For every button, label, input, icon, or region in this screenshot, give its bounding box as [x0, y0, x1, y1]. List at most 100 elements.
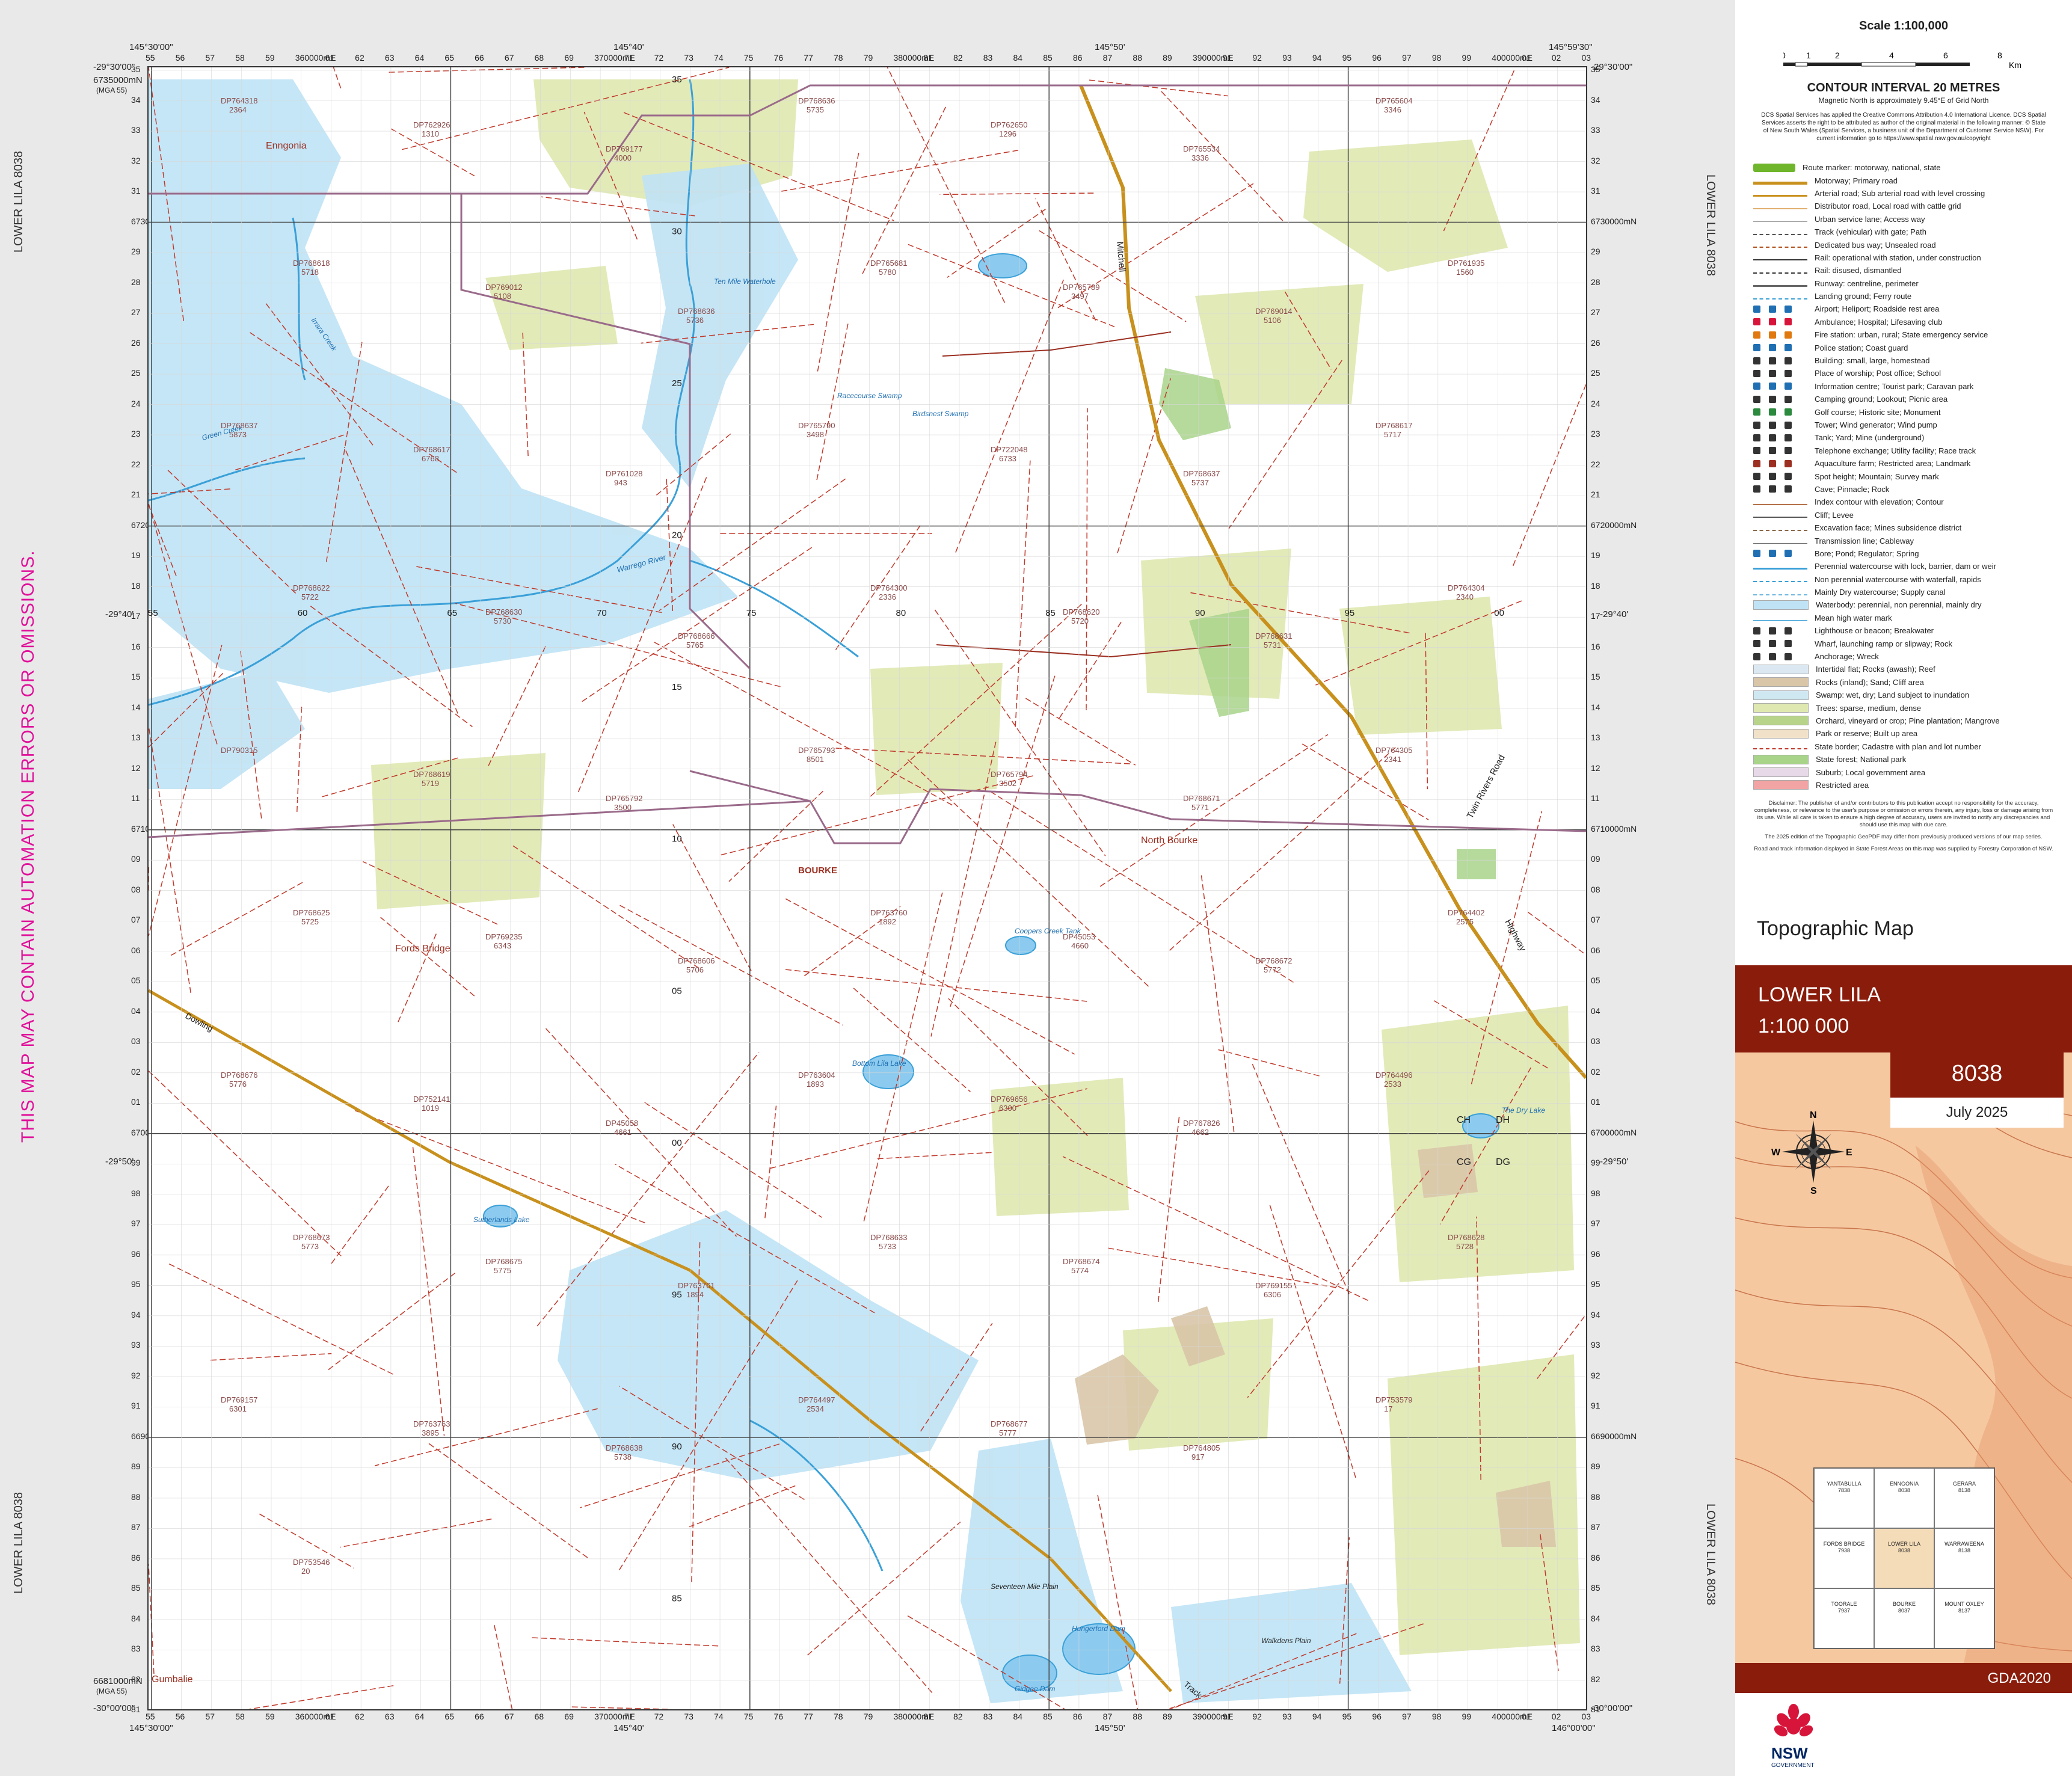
- legend-symbol: [1753, 369, 1807, 378]
- label-dg: DG: [1496, 1157, 1510, 1167]
- legend-item: Perennial watercourse with lock, barrier…: [1753, 560, 2060, 573]
- northing-right-14: 21: [1591, 490, 1600, 500]
- northing-right-52: 83: [1591, 1644, 1600, 1654]
- lot-number: 5728: [1456, 1242, 1474, 1251]
- lot-number: 1894: [686, 1290, 704, 1299]
- easting-bottom-11: 66: [475, 1712, 484, 1721]
- northing-left-17: 18: [131, 580, 141, 591]
- lot-label: DP768631: [1255, 631, 1292, 641]
- scale-tick-2: 2: [1835, 51, 1840, 60]
- easting-bottom-37: 92: [1252, 1712, 1262, 1721]
- northing-left-4: 31: [131, 186, 141, 196]
- easting-top-23: 78: [834, 53, 843, 63]
- lot-number: 5873: [229, 430, 247, 439]
- legend-symbol: [1753, 600, 1809, 610]
- legend-symbol: [1753, 229, 1807, 235]
- easting-top-11: 66: [475, 53, 484, 63]
- legend-item: Cave; Pinnacle; Rock: [1753, 483, 2060, 496]
- legend-panel: Scale 1:100,000 0 1 2 4 6 8 Km CONTOUR I…: [1735, 0, 2072, 1776]
- easting-bottom-18: 73: [684, 1712, 693, 1721]
- legend-item: Track (vehicular) with gate; Path: [1753, 226, 2060, 238]
- northing-right-13: 22: [1591, 459, 1600, 469]
- legend-item: Park or reserve; Built up area: [1753, 727, 2060, 740]
- northing-left-41: 94: [131, 1309, 141, 1320]
- easting-top-22: 77: [804, 53, 813, 63]
- lot-label: DP764318: [221, 96, 257, 105]
- easting-bottom-32: 87: [1102, 1712, 1113, 1721]
- easting-top-12: 67: [504, 53, 514, 63]
- lot-number: 917: [1191, 1452, 1205, 1461]
- northing-left-49: 86: [131, 1552, 141, 1562]
- corner-bottom-left-lat: -30°00'00": [93, 1703, 135, 1713]
- legend-symbol: [1753, 280, 1807, 287]
- northing-right-25: 6710000mN: [1591, 823, 1637, 834]
- legend-symbol: [1753, 434, 1807, 442]
- legend-item: State forest; National park: [1753, 753, 2060, 766]
- legend-item: Restricted area: [1753, 779, 2060, 791]
- lot-label: DP763760: [870, 908, 907, 917]
- legend-item: Orchard, vineyard or crop; Pine plantati…: [1753, 714, 2060, 727]
- disclaimer: Disclaimer: The publisher of and/or cont…: [1753, 800, 2054, 853]
- topographic-map[interactable]: Enngonia Fords Bridge BOURKE North Bourk…: [147, 66, 1587, 1710]
- grid-easting-inner: 85: [1045, 608, 1056, 618]
- northing-left-11: 24: [131, 398, 141, 408]
- legend-label: Ambulance; Hospital; Lifesaving club: [1815, 317, 1943, 327]
- legend-item: Intertidal flat; Rocks (awash); Reef: [1753, 663, 2060, 675]
- compass-w: W: [1771, 1148, 1781, 1158]
- northing-left-48: 87: [131, 1522, 141, 1532]
- lot-label: DP768637: [1183, 469, 1220, 478]
- northing-left-7: 28: [131, 277, 141, 287]
- legend-symbol: [1753, 177, 1807, 185]
- corner-bottom-left-lon: 145°30'00": [129, 1723, 173, 1733]
- lot-label: DP768620: [1063, 607, 1099, 616]
- scale-title: Scale 1:100,000: [1859, 19, 1948, 32]
- lot-label: DP768619: [413, 770, 450, 779]
- index-sheet-number: 8038: [1898, 1487, 1911, 1493]
- legend-label: State forest; National park: [1816, 755, 1907, 764]
- index-sheet-number: 8037: [1898, 1608, 1911, 1614]
- legend-label: Cliff; Levee: [1815, 510, 1854, 520]
- lot-number: 2533: [1384, 1080, 1401, 1089]
- lot-number: 5720: [1071, 616, 1089, 625]
- legend-item: Mean high water mark: [1753, 612, 2060, 624]
- legend-symbol: [1753, 318, 1807, 326]
- easting-top-37: 92: [1252, 53, 1262, 63]
- northing-right-34: 01: [1591, 1097, 1600, 1107]
- northing-right-37: 98: [1591, 1188, 1600, 1198]
- sheet-number: 8038: [1890, 1049, 2064, 1098]
- lot-label: DP765790: [798, 421, 835, 430]
- easting-bottom-43: 98: [1431, 1712, 1442, 1721]
- legend-symbol: [1753, 639, 1807, 648]
- lot-label: DP768636: [798, 96, 835, 105]
- legend-label: Runway: centreline, perimeter: [1815, 278, 1919, 288]
- corner-bottom-right-lon: 146°00'00": [1552, 1723, 1596, 1733]
- northing-left-1: 34: [131, 94, 141, 105]
- northing-right-28: 07: [1591, 915, 1600, 925]
- easting-bottom-14: 69: [564, 1712, 574, 1721]
- margin-label-right-top: LOWER LILA 8038: [1704, 174, 1717, 276]
- scale-tick-6: 6: [1943, 51, 1948, 60]
- northing-right-53: 82: [1591, 1674, 1600, 1684]
- scale-tick-4: 4: [1889, 51, 1894, 60]
- map-canvas[interactable]: Enngonia Fords Bridge BOURKE North Bourk…: [149, 67, 1586, 1709]
- lot-label: DP768606: [678, 956, 715, 965]
- lot-label: DP768622: [293, 583, 330, 592]
- lot-label: DP768638: [606, 1443, 642, 1452]
- legend-symbol: [1753, 242, 1807, 248]
- lot-label: DP764497: [798, 1395, 835, 1404]
- easting-top-8: 63: [384, 53, 395, 63]
- legend-item: Information centre; Tourist park; Carava…: [1753, 380, 2060, 393]
- northing-right-51: 84: [1591, 1613, 1600, 1623]
- easting-bottom-36: 91: [1222, 1712, 1232, 1721]
- legend-symbol: [1753, 538, 1807, 544]
- easting-bottom-2: 57: [205, 1712, 215, 1721]
- northing-right-9: 26: [1591, 337, 1600, 348]
- index-sheet-name: LOWER LILA: [1887, 1541, 1921, 1547]
- legend-symbol: [1753, 690, 1809, 700]
- lot-number: 4000: [614, 153, 632, 162]
- label-birdsnest-swamp: Birdsnest Swamp: [912, 410, 969, 418]
- northing-left-33: 02: [131, 1066, 141, 1077]
- corner-top-northing-note: (MGA 55): [96, 86, 128, 94]
- northing-right-54: 81: [1591, 1704, 1600, 1715]
- lot-label: DP768673: [293, 1233, 330, 1242]
